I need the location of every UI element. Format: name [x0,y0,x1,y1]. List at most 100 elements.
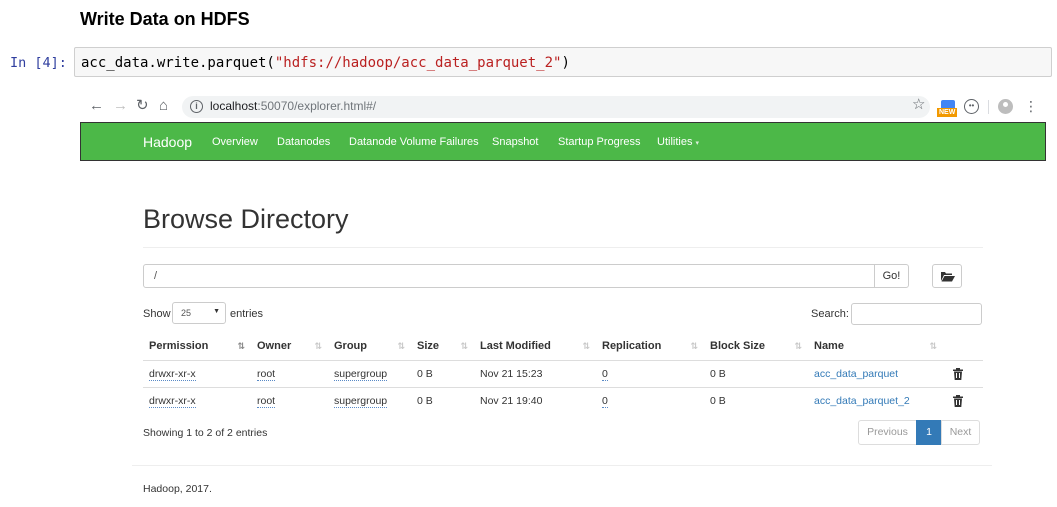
directory-path-input[interactable]: / [143,264,875,288]
entries-label: entries [230,308,264,320]
col-last-modified[interactable]: Last Modified ⇅ [474,333,596,361]
star-icon[interactable]: ☆ [912,97,925,113]
replication-link[interactable]: 0 [602,394,608,408]
info-icon[interactable]: i [190,100,203,113]
sort-icon: ⇅ [397,341,405,351]
table-info: Showing 1 to 2 of 2 entries [143,427,268,439]
cell-replication: 0 [596,360,704,388]
account-icon[interactable] [998,99,1013,114]
permission-link[interactable]: drwxr-xr-x [149,394,196,408]
file-name-link[interactable]: acc_data_parquet_2 [814,395,910,407]
nav-overview[interactable]: Overview [212,136,258,148]
col-group[interactable]: Group ⇅ [328,333,411,361]
menu-icon[interactable]: ⋮ [1024,98,1038,114]
col-size[interactable]: Size ⇅ [411,333,474,361]
search-label: Search: [811,308,849,320]
cell-permission[interactable]: drwxr-xr-x [143,387,251,414]
trash-icon[interactable] [953,394,963,407]
cell-name: acc_data_parquet_2 [808,387,943,414]
col-owner[interactable]: Owner ⇅ [251,333,328,361]
col-owner-label: Owner [257,340,292,353]
hadoop-navbar: Hadoop Overview Datanodes Datanode Volum… [80,122,1046,161]
cell-delete [943,360,983,388]
cell-owner: root [251,360,328,388]
file-name-link[interactable]: acc_data_parquet [814,368,898,380]
nav-snapshot[interactable]: Snapshot [492,136,538,148]
group-link[interactable]: supergroup [334,367,388,381]
caret-down-icon: ▼ [213,308,220,315]
sort-asc-icon: ⇅ [237,341,245,351]
go-button[interactable]: Go! [874,264,909,288]
url-path: :50070/explorer.html#/ [257,99,377,113]
previous-page-button[interactable]: Previous [858,420,917,445]
page-1-button[interactable]: 1 [916,420,942,445]
toolbar-divider [988,100,989,114]
footer-text: Hadoop, 2017. [143,483,212,495]
col-permission[interactable]: Permission ⇅ [143,333,251,361]
col-group-label: Group [334,340,367,353]
cell-name: acc_data_parquet [808,360,943,388]
create-directory-button[interactable] [932,264,962,288]
trash-icon[interactable] [953,367,963,380]
col-permission-label: Permission [149,340,209,353]
nav-volume-failures[interactable]: Datanode Volume Failures [349,136,479,148]
title-divider [143,247,983,248]
cell-owner: root [251,387,328,414]
extension-icon[interactable]: •• [964,99,979,114]
replication-link[interactable]: 0 [602,367,608,381]
cell-permission[interactable]: drwxr-xr-x [143,360,251,388]
cell-modified: Nov 21 15:23 [474,360,596,388]
cell-size: 0 B [417,394,433,407]
home-icon[interactable]: ⌂ [159,98,168,114]
nav-datanodes[interactable]: Datanodes [277,136,330,148]
cell-delete [943,387,983,414]
entries-select[interactable]: 25 ▼ [172,302,226,324]
cell-block-size: 0 B [704,360,808,388]
caret-down-icon: ▾ [695,140,700,147]
owner-link[interactable]: root [257,367,276,381]
entries-value: 25 [181,308,192,318]
col-block-size-label: Block Size [710,340,766,353]
col-size-label: Size [417,340,440,353]
sort-icon: ⇅ [690,341,698,351]
col-replication[interactable]: Replication ⇅ [596,333,704,361]
col-actions [943,333,983,361]
nav-utilities-label: Utilities [657,136,693,148]
permission-link[interactable]: drwxr-xr-x [149,367,196,381]
code-cell[interactable]: acc_data.write.parquet("hdfs://hadoop/ac… [74,47,1052,77]
cell-size: 0 B [411,360,474,388]
sort-icon: ⇅ [460,341,468,351]
back-arrow-icon[interactable]: ← [89,98,104,114]
cell-block-size: 0 B [710,394,726,407]
browser-toolbar: ← → ↻ ⌂ i localhost:50070/explorer.html#… [80,92,1046,122]
cell-prompt: In [4]: [10,55,67,71]
cell-replication: 0 [596,387,704,414]
new-extension-icon[interactable]: NEW [937,100,959,118]
address-bar[interactable]: i localhost:50070/explorer.html#/ [182,96,930,118]
next-page-button[interactable]: Next [941,420,980,445]
col-block-size[interactable]: Block Size ⇅ [704,333,808,361]
sort-icon: ⇅ [582,341,590,351]
group-link[interactable]: supergroup [334,394,388,408]
navbar-brand[interactable]: Hadoop [143,134,192,150]
table-header-row: Permission ⇅ Owner ⇅ Group ⇅ Size ⇅ Last Mod… [143,333,983,361]
nav-startup-progress[interactable]: Startup Progress [558,136,641,148]
nav-utilities[interactable]: Utilities ▾ [657,136,699,148]
cell-group: supergroup [328,387,411,414]
col-name[interactable]: Name ⇅ [808,333,943,361]
footer-divider [132,465,992,466]
reload-icon[interactable]: ↻ [136,98,149,114]
search-input[interactable] [851,303,982,325]
code-prefix: acc_data.write.parquet( [81,55,275,71]
url-host: localhost [210,99,258,113]
sort-icon: ⇅ [314,341,322,351]
extension-new-badge: NEW [937,108,958,117]
cell-group: supergroup [328,360,411,388]
forward-arrow-icon[interactable]: → [113,98,128,114]
url-text: localhost:50070/explorer.html#/ [210,99,376,113]
sort-icon: ⇅ [794,341,802,351]
cell-modified: Nov 21 19:40 [480,394,543,407]
code-string: "hdfs://hadoop/acc_data_parquet_2" [274,55,562,71]
col-name-label: Name [814,340,844,353]
owner-link[interactable]: root [257,394,276,408]
